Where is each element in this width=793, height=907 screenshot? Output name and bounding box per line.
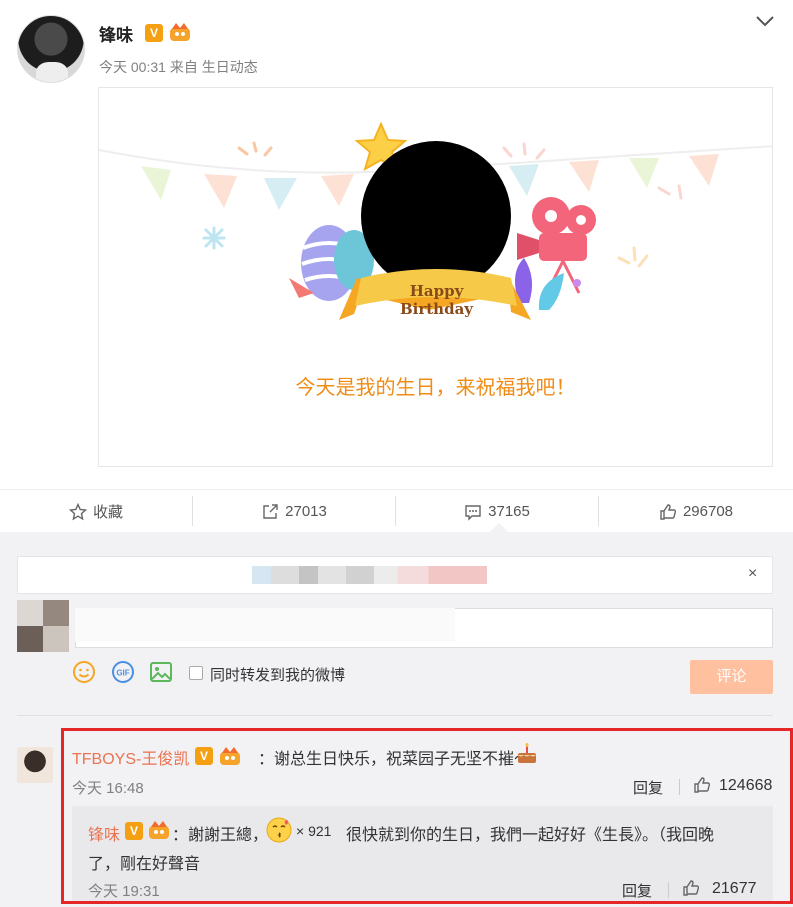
chevron-down-icon[interactable]	[755, 14, 775, 28]
action-bar: 收藏 27013 37165 296708	[0, 489, 793, 532]
pixelated-text	[252, 566, 487, 584]
sync-repost-label: 同时转发到我的微博	[210, 667, 346, 684]
favorite-label: 收藏	[92, 504, 123, 521]
banner-text: Happy Birthday	[399, 282, 474, 318]
birthday-card[interactable]: Happy Birthday 今天是我的生日，来祝福我吧！	[98, 87, 773, 467]
verified-badge-icon: V	[145, 24, 163, 42]
card-caption: 今天是我的生日，来祝福我吧！	[295, 377, 576, 399]
sync-repost-checkbox[interactable]	[189, 666, 203, 680]
like-count: 296708	[682, 503, 734, 520]
comment-avatar[interactable]	[17, 747, 53, 783]
comment-icon	[465, 504, 481, 521]
star-outline-icon	[68, 502, 87, 520]
image-icon[interactable]	[149, 660, 173, 684]
share-icon	[263, 503, 278, 519]
pixelated-avatar	[17, 600, 69, 652]
comment-caret	[489, 523, 509, 533]
repost-count: 27013	[285, 503, 327, 520]
obscured-input-region	[75, 608, 455, 642]
birthday-illustration	[99, 121, 772, 320]
thumbs-up-icon	[660, 503, 677, 520]
gif-icon[interactable]: GIF	[111, 660, 135, 684]
repost-button[interactable]: 27013	[193, 490, 395, 533]
emoji-icon[interactable]	[72, 660, 96, 684]
avatar[interactable]	[17, 15, 85, 83]
post-user-name[interactable]: 锋味	[99, 21, 133, 46]
svg-text:GIF: GIF	[116, 669, 129, 678]
vip-crown-icon	[170, 23, 190, 41]
submit-comment-button[interactable]: 评论	[690, 660, 773, 694]
favorite-button[interactable]: 收藏	[0, 490, 192, 533]
post-meta: 今天 00:31 来自 生日动态	[99, 59, 258, 75]
comment-count: 37165	[488, 503, 530, 520]
close-icon[interactable]: ×	[748, 565, 757, 583]
highlight-box	[61, 728, 793, 904]
like-button[interactable]: 296708	[599, 490, 793, 533]
divider	[17, 715, 773, 716]
